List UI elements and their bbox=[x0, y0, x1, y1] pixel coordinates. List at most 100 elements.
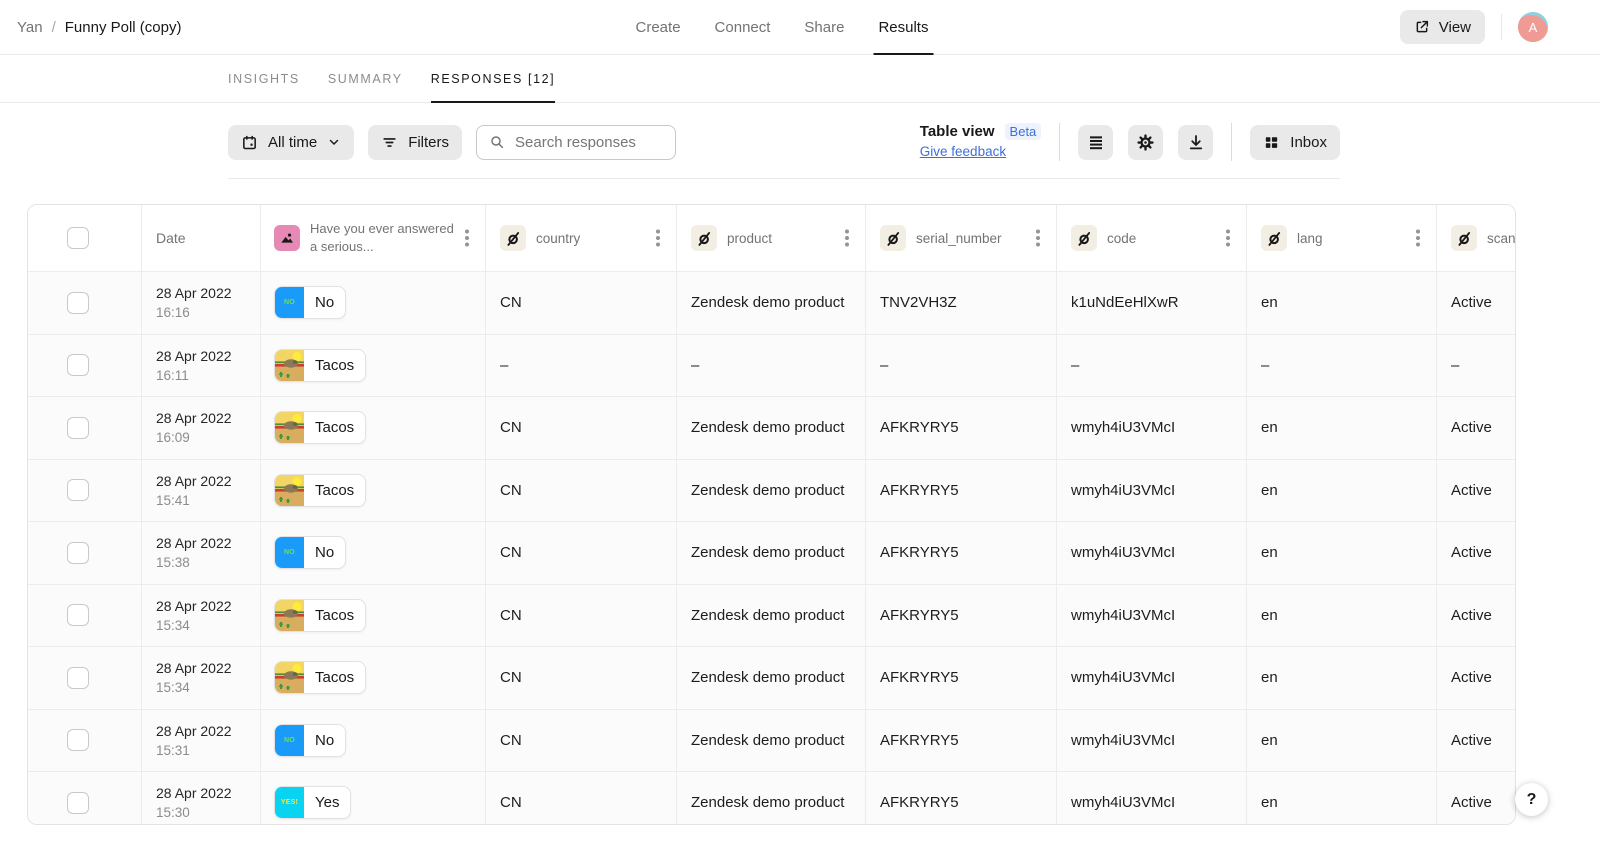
answer-label: Yes bbox=[304, 794, 350, 811]
row-checkbox[interactable] bbox=[67, 792, 89, 814]
download-button[interactable] bbox=[1178, 125, 1213, 160]
cell-value: Zendesk demo product bbox=[691, 794, 844, 811]
yes-answer-icon: YES! bbox=[275, 787, 304, 818]
table-row[interactable]: 28 Apr 202215:38NONoCNZendesk demo produ… bbox=[28, 522, 1516, 585]
row-checkbox[interactable] bbox=[67, 542, 89, 564]
help-button[interactable]: ? bbox=[1515, 783, 1548, 816]
cell-value: en bbox=[1261, 669, 1278, 686]
select-all-checkbox[interactable] bbox=[67, 227, 89, 249]
cell-value: Zendesk demo product bbox=[691, 732, 844, 749]
scan-column-label: scan bbox=[1487, 231, 1516, 246]
row-density-button[interactable] bbox=[1078, 125, 1113, 160]
column-menu-button[interactable] bbox=[1226, 236, 1230, 240]
external-link-icon bbox=[1414, 19, 1430, 35]
cell-lang: en bbox=[1247, 397, 1437, 459]
answer-label: No bbox=[304, 732, 345, 749]
row-checkbox[interactable] bbox=[67, 729, 89, 751]
eye-off-icon bbox=[1261, 225, 1287, 251]
nav-item-share[interactable]: Share bbox=[804, 0, 844, 54]
settings-button[interactable] bbox=[1128, 125, 1163, 160]
time-text: 15:34 bbox=[156, 618, 232, 633]
beta-badge: Beta bbox=[1005, 123, 1042, 140]
cell-value: en bbox=[1261, 544, 1278, 561]
inbox-button[interactable]: Inbox bbox=[1250, 125, 1340, 160]
tab-summary[interactable]: SUMMARY bbox=[328, 55, 403, 102]
row-checkbox[interactable] bbox=[67, 417, 89, 439]
table-row[interactable]: 28 Apr 202216:11Tacos–––––– bbox=[28, 335, 1516, 398]
tab-responses[interactable]: RESPONSES [12] bbox=[431, 55, 556, 102]
table-row[interactable]: 28 Apr 202216:16NONoCNZendesk demo produ… bbox=[28, 272, 1516, 335]
breadcrumb-workspace[interactable]: Yan bbox=[17, 19, 43, 36]
date-column-label: Date bbox=[156, 230, 186, 246]
row-checkbox[interactable] bbox=[67, 292, 89, 314]
cell-code: wmyh4iU3VMcI bbox=[1057, 710, 1247, 772]
row-checkbox[interactable] bbox=[67, 667, 89, 689]
table-row[interactable]: 28 Apr 202216:09 Tacos CN Zendesk demo prod… bbox=[28, 397, 1516, 460]
cell-lang: en bbox=[1247, 460, 1437, 522]
nav-item-connect[interactable]: Connect bbox=[715, 0, 771, 54]
answer-chip: Tacos bbox=[274, 411, 366, 444]
time-text: 15:41 bbox=[156, 493, 232, 508]
eye-off-icon bbox=[1451, 225, 1477, 251]
cell-scan: Active bbox=[1437, 772, 1516, 825]
table-row[interactable]: 28 Apr 202215:34TacosCNZendesk demo prod… bbox=[28, 585, 1516, 648]
date-text: 28 Apr 2022 bbox=[156, 598, 232, 614]
row-checkbox[interactable] bbox=[67, 354, 89, 376]
search-input[interactable] bbox=[513, 133, 667, 152]
column-menu-button[interactable] bbox=[845, 236, 849, 240]
avatar[interactable]: A bbox=[1518, 12, 1548, 42]
table-row[interactable]: 28 Apr 202215:41TacosCNZendesk demo prod… bbox=[28, 460, 1516, 523]
row-select-cell bbox=[28, 772, 142, 825]
column-menu-button[interactable] bbox=[465, 236, 469, 240]
cell-scan: Active bbox=[1437, 710, 1516, 772]
eye-off-icon bbox=[500, 225, 526, 251]
row-date-cell: 28 Apr 202215:34 bbox=[142, 647, 261, 709]
answer-chip: NONo bbox=[274, 536, 346, 569]
cell-country: CN bbox=[486, 397, 677, 459]
table-row[interactable]: 28 Apr 202215:31NONoCNZendesk demo produ… bbox=[28, 710, 1516, 773]
column-menu-button[interactable] bbox=[1416, 236, 1420, 240]
cell-lang: en bbox=[1247, 647, 1437, 709]
column-menu-button[interactable] bbox=[656, 236, 660, 240]
date-range-button[interactable]: All time bbox=[228, 125, 354, 160]
header-lang-cell: lang bbox=[1247, 205, 1437, 271]
date-value: 28 Apr 202215:34 bbox=[156, 660, 232, 695]
date-value: 28 Apr 202216:16 bbox=[156, 285, 232, 320]
cell-code: wmyh4iU3VMcI bbox=[1057, 397, 1247, 459]
header-serial_number-cell: serial_number bbox=[866, 205, 1057, 271]
answer-label: Tacos bbox=[304, 669, 365, 686]
view-button-label: View bbox=[1439, 19, 1471, 36]
table-row[interactable]: 28 Apr 202215:34TacosCNZendesk demo prod… bbox=[28, 647, 1516, 710]
tab-insights[interactable]: INSIGHTS bbox=[228, 55, 300, 102]
cell-value: Zendesk demo product bbox=[691, 419, 844, 436]
grid-icon bbox=[1263, 134, 1280, 151]
answer-chip: Tacos bbox=[274, 349, 366, 382]
cell-country: CN bbox=[486, 772, 677, 825]
filters-button[interactable]: Filters bbox=[368, 125, 462, 160]
question-column-label: Have you ever answered a serious... bbox=[310, 220, 455, 255]
no-answer-icon: NO bbox=[275, 537, 304, 568]
column-menu-button[interactable] bbox=[1036, 236, 1040, 240]
nav-item-create[interactable]: Create bbox=[636, 0, 681, 54]
cell-scan: Active bbox=[1437, 522, 1516, 584]
cell-code: wmyh4iU3VMcI bbox=[1057, 585, 1247, 647]
row-answer-cell: Tacos bbox=[261, 397, 486, 459]
cell-value: Zendesk demo product bbox=[691, 544, 844, 561]
table-row[interactable]: 28 Apr 202215:30YES!YesCNZendesk demo pr… bbox=[28, 772, 1516, 825]
row-checkbox[interactable] bbox=[67, 604, 89, 626]
cell-scan: Active bbox=[1437, 397, 1516, 459]
search-box[interactable] bbox=[476, 125, 676, 160]
date-range-label: All time bbox=[268, 134, 317, 151]
give-feedback-link[interactable]: Give feedback bbox=[920, 144, 1006, 159]
row-checkbox[interactable] bbox=[67, 479, 89, 501]
row-answer-cell: Tacos bbox=[261, 647, 486, 709]
cell-code: – bbox=[1057, 335, 1247, 397]
row-select-cell bbox=[28, 397, 142, 459]
cell-code: wmyh4iU3VMcI bbox=[1057, 460, 1247, 522]
date-value: 28 Apr 202216:09 bbox=[156, 410, 232, 445]
cell-serial_number: AFKRYRY5 bbox=[866, 710, 1057, 772]
answer-chip: Tacos bbox=[274, 474, 366, 507]
nav-item-results[interactable]: Results bbox=[878, 0, 928, 54]
cell-value: – bbox=[1451, 357, 1459, 374]
view-button[interactable]: View bbox=[1400, 10, 1485, 44]
